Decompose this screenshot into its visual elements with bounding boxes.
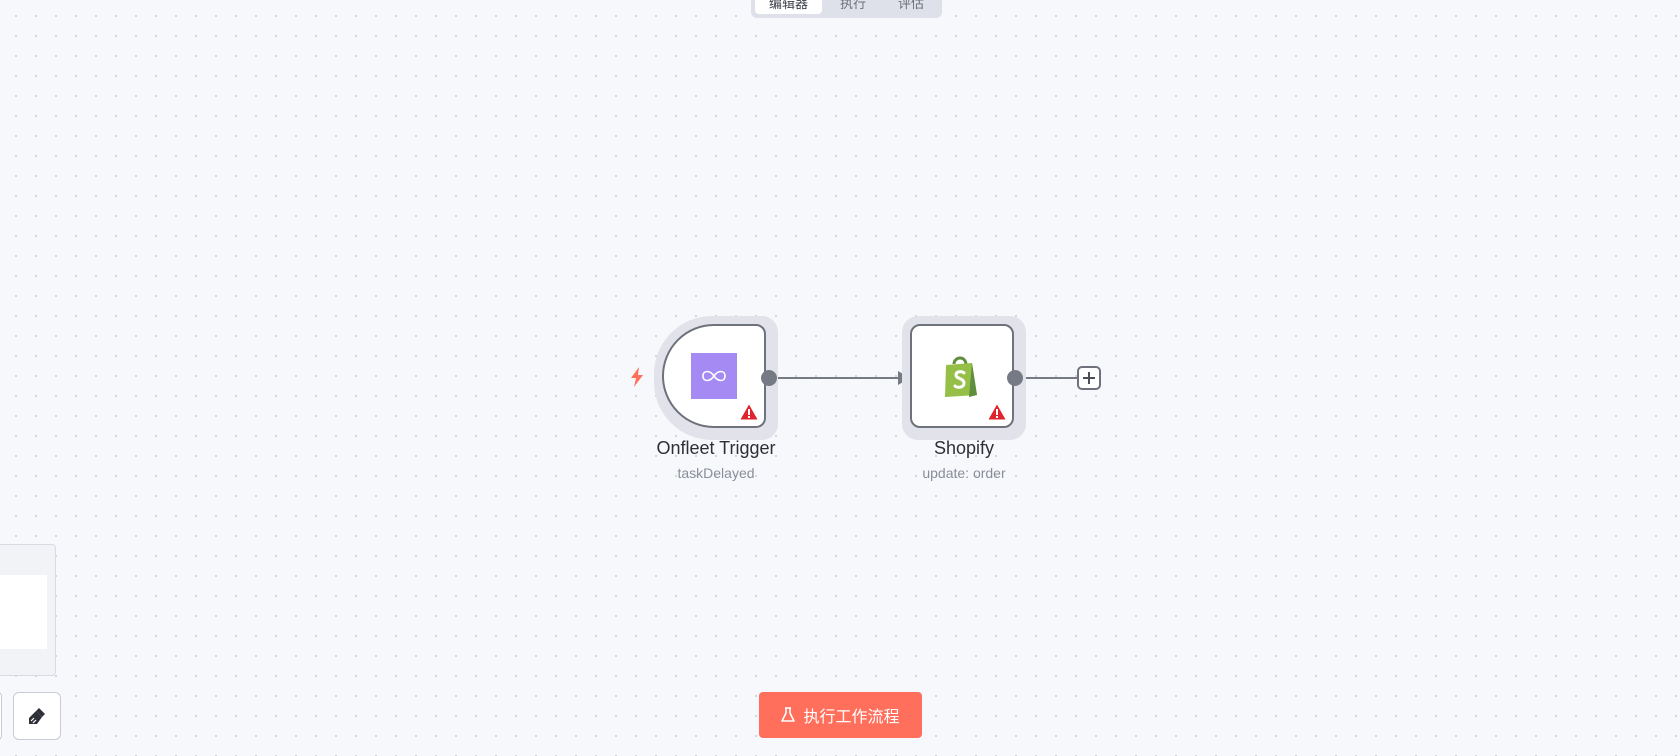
onfleet-logo-icon xyxy=(691,353,737,399)
node-title: Onfleet Trigger xyxy=(656,438,776,458)
run-workflow-button[interactable]: 执行工作流程 xyxy=(759,692,922,738)
warning-icon[interactable] xyxy=(988,404,1006,420)
tab-evaluations[interactable]: 评估 xyxy=(884,0,938,14)
output-handle[interactable] xyxy=(1007,370,1023,386)
node-shopify-box[interactable] xyxy=(910,324,1014,428)
warning-icon[interactable] xyxy=(740,404,758,420)
node-onfleet-trigger-box[interactable] xyxy=(662,324,766,428)
zoom-panel-content xyxy=(0,575,47,649)
node-onfleet-trigger[interactable] xyxy=(654,316,778,440)
node-subtitle: taskDelayed xyxy=(677,465,755,481)
output-handle[interactable] xyxy=(761,370,777,386)
shopify-logo-icon xyxy=(945,356,977,397)
workflow-connections xyxy=(776,371,1077,385)
tab-editor[interactable]: 编辑器 xyxy=(755,0,823,14)
add-node-button[interactable] xyxy=(1077,366,1101,390)
canvas-control-button[interactable] xyxy=(0,692,2,740)
trigger-bolt-icon xyxy=(631,367,643,387)
broom-icon xyxy=(29,708,45,724)
node-title: Shopify xyxy=(933,438,995,458)
zoom-panel xyxy=(0,544,56,676)
plus-icon xyxy=(1083,372,1095,384)
tab-executions[interactable]: 执行 xyxy=(826,0,880,14)
tidy-up-button[interactable] xyxy=(13,692,61,740)
flask-icon xyxy=(781,707,796,722)
run-workflow-label: 执行工作流程 xyxy=(803,707,900,726)
node-subtitle: update: order xyxy=(922,465,1006,481)
view-tab-switcher: 编辑器 执行 评估 xyxy=(751,0,943,18)
